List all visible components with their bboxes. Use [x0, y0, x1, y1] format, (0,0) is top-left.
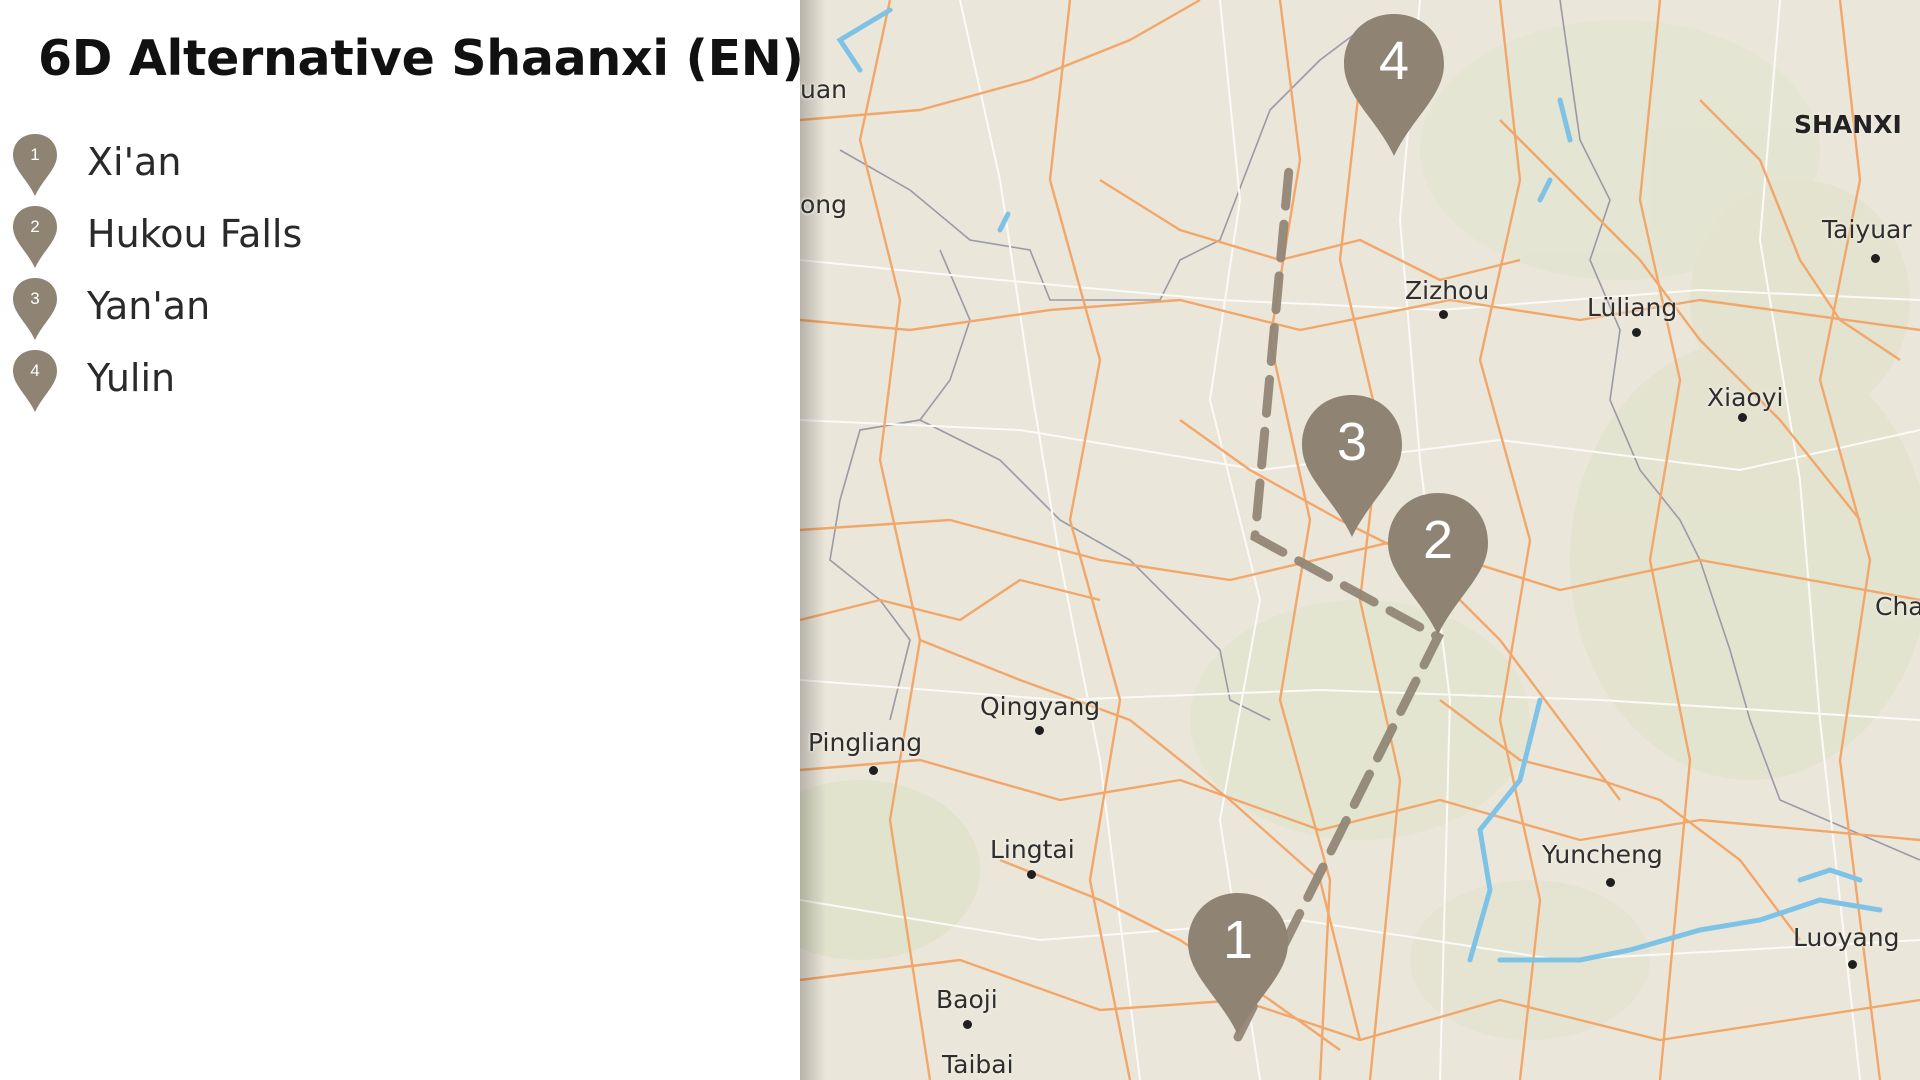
city-dot: [963, 1020, 972, 1029]
map-base-layer: [800, 0, 1920, 1080]
region-label-shanxi: SHANXI: [1794, 110, 1902, 139]
svg-text:1: 1: [30, 145, 39, 164]
pin-number: 3: [1336, 412, 1368, 472]
city-label-lingtai: Lingtai: [990, 835, 1075, 864]
stop-label: Yulin: [87, 356, 176, 400]
pin-number: 4: [1378, 31, 1410, 91]
page-title: 6D Alternative Shaanxi (EN): [38, 30, 804, 87]
city-label-partial-ong: ong: [800, 190, 848, 219]
page: 6D Alternative Shaanxi (EN) 1 Xi'an 2 Hu…: [0, 0, 1920, 1080]
stop-item-yulin[interactable]: 4 Yulin: [0, 346, 500, 418]
map-pin-icon: 2: [13, 206, 57, 268]
svg-text:2: 2: [30, 217, 39, 236]
stop-label: Yan'an: [87, 284, 211, 328]
city-dot: [1027, 870, 1036, 879]
stop-label: Xi'an: [87, 140, 182, 184]
city-dot: [1035, 726, 1044, 735]
stop-item-yanan[interactable]: 3 Yan'an: [0, 274, 500, 346]
city-label-xiaoyi: Xiaoyi: [1707, 383, 1784, 412]
city-dot: [1606, 878, 1615, 887]
svg-text:4: 4: [30, 361, 39, 380]
map-pin-1[interactable]: 1: [1186, 891, 1290, 1037]
city-label-luliang: Lüliang: [1587, 293, 1678, 322]
city-label-partial-uan: uan: [800, 75, 848, 104]
city-label-yuncheng: Yuncheng: [1542, 840, 1663, 869]
city-label-qingyang: Qingyang: [980, 692, 1101, 721]
city-label-taibai: Taibai: [942, 1050, 1014, 1079]
city-dot: [1439, 310, 1448, 319]
city-dot: [1738, 413, 1747, 422]
itinerary-panel: 6D Alternative Shaanxi (EN) 1 Xi'an 2 Hu…: [0, 0, 804, 1080]
city-label-taiyuan: Taiyuar: [1822, 215, 1912, 244]
map-pin-icon: 4: [13, 350, 57, 412]
city-label-luoyang: Luoyang: [1793, 923, 1900, 952]
map-pin-4[interactable]: 4: [1342, 12, 1446, 158]
map-pin-icon: 1: [13, 134, 57, 196]
city-label-zizhou: Zizhou: [1405, 276, 1490, 305]
city-label-baoji: Baoji: [936, 985, 998, 1014]
stop-item-hukou-falls[interactable]: 2 Hukou Falls: [0, 202, 500, 274]
city-label-pingliang: Pingliang: [808, 728, 923, 757]
stop-label: Hukou Falls: [87, 212, 303, 256]
city-dot: [1848, 960, 1857, 969]
city-dot: [869, 766, 878, 775]
map-view[interactable]: SHANXI uan ong Zizhou Lüliang Taiyuar Xi…: [800, 0, 1920, 1080]
map-pin-icon: 3: [13, 278, 57, 340]
stop-list: 1 Xi'an 2 Hukou Falls 3 Yan'an 4 Yulin: [0, 130, 500, 418]
pin-number: 1: [1222, 910, 1254, 970]
map-pin-3[interactable]: 3: [1300, 393, 1404, 539]
city-label-partial-cha: Cha: [1875, 592, 1920, 621]
city-dot: [1632, 328, 1641, 337]
svg-text:3: 3: [30, 289, 39, 308]
city-dot: [1871, 254, 1880, 263]
stop-item-xian[interactable]: 1 Xi'an: [0, 130, 500, 202]
